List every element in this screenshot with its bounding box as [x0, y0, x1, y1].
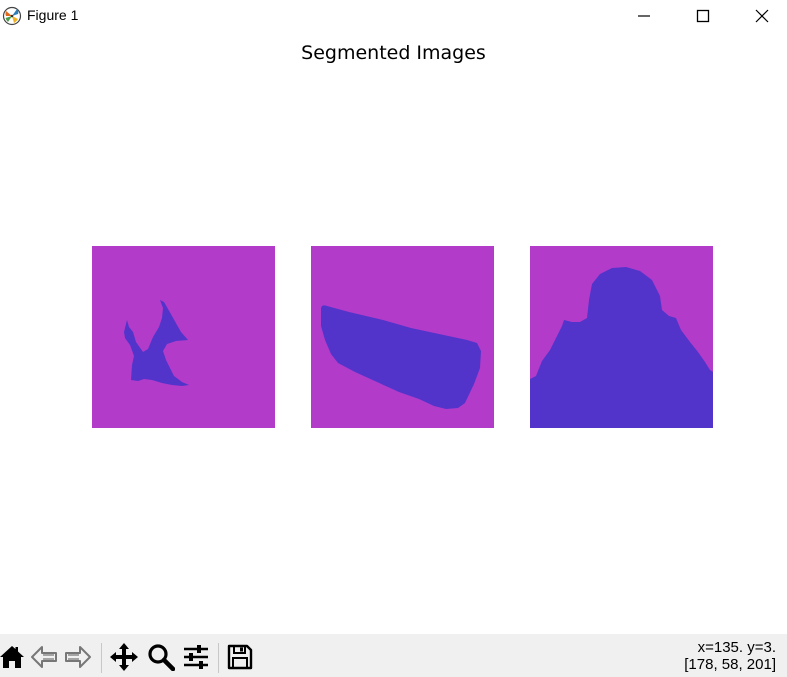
status-coordinates: x=135. y=3. — [697, 639, 776, 656]
matplotlib-app-icon — [2, 6, 22, 26]
save-disk-icon — [227, 644, 253, 670]
back-arrow-icon — [31, 646, 57, 668]
home-button[interactable] — [0, 642, 27, 672]
zoom-button[interactable] — [146, 642, 176, 672]
minimize-button[interactable] — [615, 0, 673, 32]
minimize-icon — [638, 15, 650, 17]
save-button[interactable] — [225, 642, 255, 672]
figure-suptitle: Segmented Images — [301, 42, 486, 64]
maximize-button[interactable] — [674, 0, 732, 32]
pan-move-icon — [110, 643, 138, 671]
close-button[interactable] — [733, 0, 787, 32]
zoom-magnifier-icon — [148, 644, 175, 671]
navigation-toolbar: x=135. y=3. [178, 58, 201] — [0, 634, 787, 677]
back-button[interactable] — [29, 642, 59, 672]
configure-subplots-icon — [184, 645, 208, 669]
forward-button[interactable] — [63, 642, 93, 672]
figure-window: Figure 1 Segmented Images x=135. y=3. [1… — [0, 0, 787, 677]
segmented-image-2[interactable] — [311, 246, 494, 428]
status-pixel-value: [178, 58, 201] — [684, 656, 776, 673]
cursor-status-readout: x=135. y=3. [178, 58, 201] — [684, 639, 776, 673]
toolbar-separator — [218, 643, 219, 673]
figure-canvas[interactable]: Segmented Images — [0, 33, 787, 634]
toolbar-separator — [101, 643, 102, 673]
window-title: Figure 1 — [27, 7, 79, 23]
segmented-image-1[interactable] — [92, 246, 275, 428]
segmented-image-3[interactable] — [530, 246, 713, 428]
close-icon — [755, 9, 769, 23]
title-bar: Figure 1 — [0, 0, 787, 33]
forward-arrow-icon — [65, 646, 91, 668]
configure-subplots-button[interactable] — [181, 642, 211, 672]
home-icon — [0, 646, 24, 668]
maximize-icon — [696, 9, 710, 23]
pan-button[interactable] — [109, 642, 139, 672]
